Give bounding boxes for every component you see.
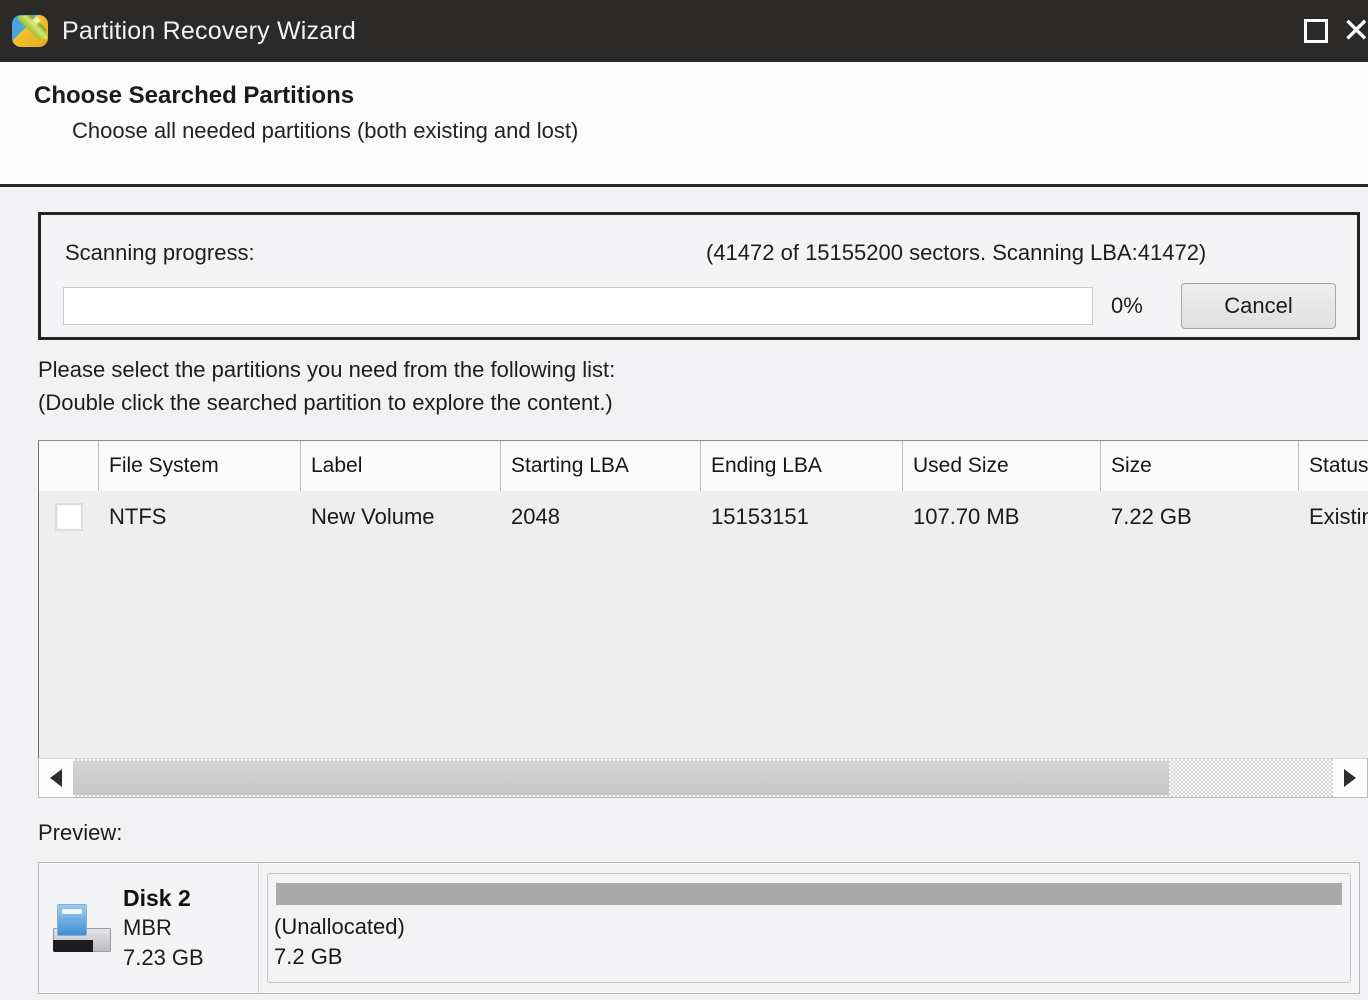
scrollbar-track[interactable]: [73, 759, 1333, 797]
disk-preview-panel: Disk 2 MBR 7.23 GB (Unallocated) 7.2 GB: [38, 862, 1360, 994]
table-body: NTFSNew Volume204815153151107.70 MB7.22 …: [39, 491, 1368, 543]
disk-partition-scheme: MBR: [123, 913, 204, 943]
scanning-status-text: (41472 of 15155200 sectors. Scanning LBA…: [706, 240, 1206, 266]
table-row[interactable]: NTFSNew Volume204815153151107.70 MB7.22 …: [39, 491, 1368, 543]
scanning-progress-label: Scanning progress:: [65, 240, 255, 266]
cell-ending-lba: 15153151: [701, 491, 903, 543]
usb-disk-icon: [47, 902, 113, 954]
disk-total-size: 7.23 GB: [123, 943, 204, 973]
partition-table: File SystemLabelStarting LBAEnding LBAUs…: [38, 440, 1368, 758]
page-title: Choose Searched Partitions: [34, 82, 354, 110]
row-checkbox[interactable]: [55, 503, 83, 531]
wizard-wand-icon: ✦: [10, 11, 50, 51]
window-controls: ✕: [1288, 0, 1368, 62]
table-horizontal-scrollbar[interactable]: [38, 758, 1368, 798]
cancel-button[interactable]: Cancel: [1181, 283, 1336, 329]
table-header-status[interactable]: Status: [1299, 441, 1368, 491]
cell-label: New Volume: [301, 491, 501, 543]
main-content: Scanning progress: (41472 of 15155200 se…: [0, 190, 1368, 1000]
scroll-left-icon[interactable]: [39, 759, 73, 797]
scan-progress-bar: [63, 287, 1093, 325]
table-header-size[interactable]: Size: [1101, 441, 1299, 491]
title-bar: ✦ Partition Recovery Wizard ✕: [0, 0, 1368, 62]
cell-status: Existing: [1299, 491, 1368, 543]
preview-label: Preview:: [38, 820, 122, 846]
instruction-line-2: (Double click the searched partition to …: [38, 390, 613, 416]
table-header-checkbox-cell[interactable]: [39, 441, 99, 491]
cell-starting-lba: 2048: [501, 491, 701, 543]
table-header-used-size[interactable]: Used Size: [903, 441, 1101, 491]
partition-block[interactable]: (Unallocated) 7.2 GB: [267, 873, 1351, 983]
table-header-row: File SystemLabelStarting LBAEnding LBAUs…: [39, 441, 1368, 491]
disk-info[interactable]: Disk 2 MBR 7.23 GB: [39, 863, 259, 993]
page-subtitle: Choose all needed partitions (both exist…: [72, 118, 578, 144]
cell-file-system: NTFS: [99, 491, 301, 543]
table-header-starting-lba[interactable]: Starting LBA: [501, 441, 701, 491]
disk-name: Disk 2: [123, 883, 204, 913]
row-checkbox-cell[interactable]: [39, 491, 99, 543]
maximize-icon: [1304, 19, 1328, 43]
table-header-ending-lba[interactable]: Ending LBA: [701, 441, 903, 491]
table-header-label[interactable]: Label: [301, 441, 501, 491]
partition-size: 7.2 GB: [274, 944, 342, 970]
partition-usage-bar: [276, 883, 1342, 905]
maximize-button[interactable]: [1288, 0, 1344, 62]
close-button[interactable]: ✕: [1344, 0, 1368, 62]
cell-used-size: 107.70 MB: [903, 491, 1101, 543]
scanning-progress-panel: Scanning progress: (41472 of 15155200 se…: [38, 212, 1360, 340]
close-icon: ✕: [1344, 14, 1368, 48]
table-empty-space: [39, 543, 1368, 749]
scrollbar-thumb[interactable]: [73, 761, 1169, 795]
cell-size: 7.22 GB: [1101, 491, 1299, 543]
window-title: Partition Recovery Wizard: [62, 17, 356, 46]
partition-name: (Unallocated): [274, 914, 405, 940]
scan-progress-percent: 0%: [1111, 293, 1171, 319]
table-header-file-system[interactable]: File System: [99, 441, 301, 491]
scroll-right-icon[interactable]: [1333, 759, 1367, 797]
header-band: Choose Searched Partitions Choose all ne…: [0, 62, 1368, 187]
instruction-line-1: Please select the partitions you need fr…: [38, 357, 615, 383]
